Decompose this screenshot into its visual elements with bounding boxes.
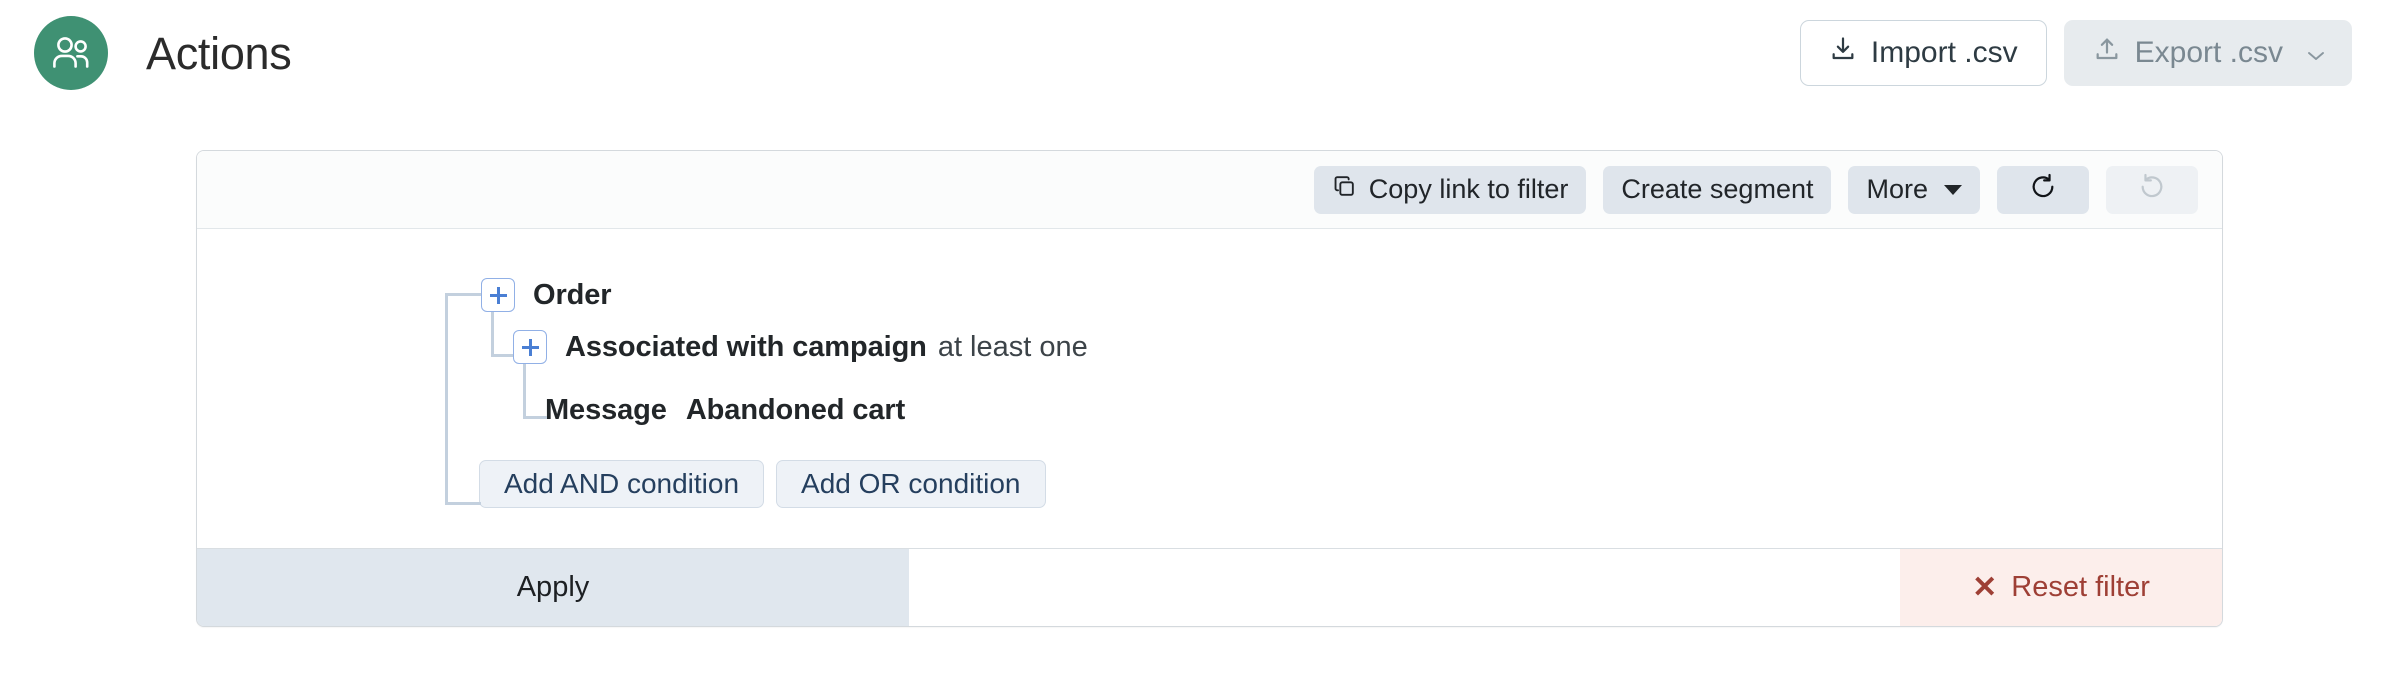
filter-card: Copy link to filter Create segment More — [196, 150, 2223, 627]
add-condition-row: Add AND condition Add OR condition — [197, 458, 2222, 510]
condition-order-label[interactable]: Order — [533, 279, 612, 312]
import-csv-button[interactable]: Import .csv — [1799, 20, 2047, 86]
more-label: More — [1866, 174, 1928, 204]
redo-icon — [2138, 172, 2166, 207]
export-csv-button[interactable]: Export .csv — [2063, 20, 2352, 86]
condition-message-label[interactable]: Message — [545, 394, 667, 427]
filter-conditions-tree: Order Associated with campaign at least … — [197, 229, 2222, 548]
create-segment-button[interactable]: Create segment — [1603, 165, 1832, 214]
undo-icon — [2029, 172, 2057, 207]
condition-row-message: Message Abandoned cart — [197, 384, 2222, 436]
plus-box-icon[interactable] — [481, 278, 515, 312]
close-x-icon: ✕ — [1972, 570, 1998, 604]
import-csv-label: Import .csv — [1870, 36, 2018, 69]
redo-button[interactable] — [2106, 165, 2198, 214]
reset-filter-button[interactable]: ✕ Reset filter — [1900, 549, 2222, 626]
apply-label: Apply — [516, 571, 590, 603]
add-and-condition-button[interactable]: Add AND condition — [479, 460, 765, 508]
download-icon — [1829, 35, 1857, 71]
condition-campaign-label[interactable]: Associated with campaign — [565, 331, 927, 364]
condition-row-campaign: Associated with campaign at least one — [197, 321, 2222, 373]
copy-icon — [1332, 174, 1357, 206]
filter-card-wrapper: Copy link to filter Create segment More — [0, 106, 2388, 627]
footer-spacer — [909, 549, 1900, 626]
create-segment-label: Create segment — [1621, 174, 1814, 204]
upload-icon — [2093, 35, 2121, 71]
users-icon — [51, 35, 91, 71]
export-csv-label: Export .csv — [2134, 36, 2283, 69]
more-button[interactable]: More — [1848, 165, 1980, 214]
condition-campaign-operator[interactable]: at least one — [938, 331, 1088, 364]
chevron-down-icon — [2305, 36, 2327, 70]
undo-button[interactable] — [1997, 165, 2089, 214]
apply-button[interactable]: Apply — [197, 549, 909, 626]
copy-link-to-filter-button[interactable]: Copy link to filter — [1313, 165, 1587, 214]
filter-toolbar: Copy link to filter Create segment More — [197, 151, 2222, 229]
header-actions: Import .csv Export .csv — [1799, 20, 2352, 86]
page-title: Actions — [146, 27, 292, 79]
avatar — [34, 16, 108, 90]
filter-footer: Apply ✕ Reset filter — [197, 548, 2222, 626]
page-header: Actions Import .csv Export .csv — [0, 0, 2388, 106]
add-or-condition-button[interactable]: Add OR condition — [776, 460, 1046, 508]
condition-row-order: Order — [197, 269, 2222, 321]
plus-box-icon[interactable] — [513, 330, 547, 364]
caret-down-icon — [1944, 184, 1962, 195]
reset-filter-label: Reset filter — [2011, 571, 2150, 603]
copy-link-to-filter-label: Copy link to filter — [1368, 174, 1569, 204]
condition-message-value[interactable]: Abandoned cart — [686, 394, 905, 427]
